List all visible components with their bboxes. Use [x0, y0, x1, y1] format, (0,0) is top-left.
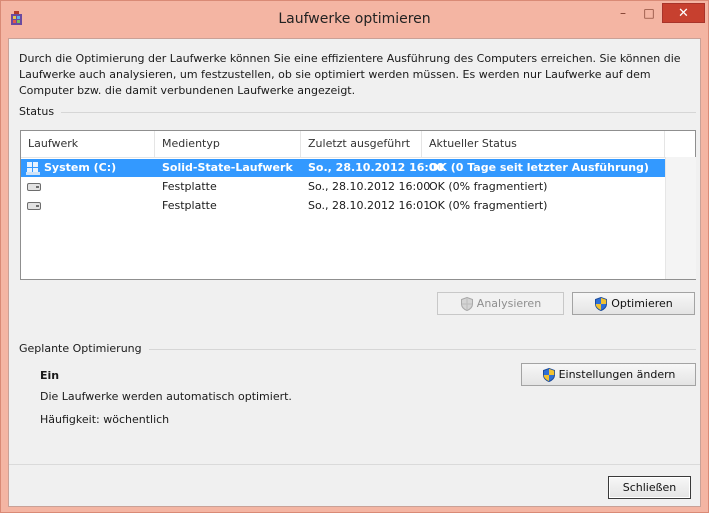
status-divider	[61, 112, 696, 113]
drive-status: OK (0 Tage seit letzter Ausführung)	[429, 161, 649, 174]
close-button-label: Schließen	[622, 481, 677, 494]
schedule-divider	[149, 349, 696, 350]
drive-row[interactable]: System (C:) Solid-State-Laufwerk So., 28…	[21, 159, 665, 177]
schedule-section-label: Geplante Optimierung	[19, 342, 142, 355]
analyze-button[interactable]: Analysieren	[437, 292, 564, 315]
footer-divider	[9, 464, 700, 465]
drive-list-scrollbar[interactable]	[665, 157, 696, 279]
window-title: Laufwerke optimieren	[278, 11, 431, 27]
drive-media-type: Festplatte	[162, 199, 217, 212]
schedule-info: Die Laufwerke werden automatisch optimie…	[40, 390, 292, 403]
drive-row[interactable]: Festplatte So., 28.10.2012 16:01 OK (0% …	[21, 197, 665, 215]
maximize-button[interactable]: □	[636, 3, 662, 23]
minimize-button[interactable]: –	[610, 3, 636, 23]
column-header-current-status[interactable]: Aktueller Status	[422, 131, 665, 157]
app-window: Laufwerke optimieren – □ ✕ Durch die Opt…	[0, 0, 709, 513]
drive-last-run: So., 28.10.2012 16:00	[308, 180, 431, 193]
schedule-state: Ein	[40, 369, 60, 382]
drive-status: OK (0% fragmentiert)	[429, 180, 548, 193]
windows-drive-icon	[26, 162, 40, 175]
drive-media-type: Solid-State-Laufwerk	[162, 161, 293, 174]
drive-row[interactable]: Festplatte So., 28.10.2012 16:00 OK (0% …	[21, 178, 665, 196]
drive-last-run: So., 28.10.2012 16:00	[308, 161, 445, 174]
column-header-last-run[interactable]: Zuletzt ausgeführt	[301, 131, 422, 157]
uac-shield-icon	[542, 367, 555, 382]
dialog-content: Durch die Optimierung der Laufwerke könn…	[8, 38, 701, 507]
title-bar[interactable]: Laufwerke optimieren – □ ✕	[1, 1, 708, 37]
status-section-label: Status	[19, 105, 55, 118]
change-settings-button[interactable]: Einstellungen ändern	[521, 363, 696, 386]
drive-status: OK (0% fragmentiert)	[429, 199, 548, 212]
hard-drive-icon	[27, 183, 41, 191]
close-window-button[interactable]: ✕	[662, 3, 705, 23]
column-header-drive[interactable]: Laufwerk	[21, 131, 155, 157]
hard-drive-icon	[27, 202, 41, 210]
uac-shield-icon	[460, 296, 473, 311]
drive-media-type: Festplatte	[162, 180, 217, 193]
uac-shield-icon	[595, 296, 608, 311]
close-button[interactable]: Schließen	[608, 476, 691, 499]
drive-list[interactable]: Laufwerk Medientyp Zuletzt ausgeführt Ak…	[20, 130, 696, 280]
optimize-button-label: Optimieren	[611, 297, 673, 310]
column-header-media-type[interactable]: Medientyp	[155, 131, 301, 157]
analyze-button-label: Analysieren	[476, 297, 542, 310]
optimize-button[interactable]: Optimieren	[572, 292, 695, 315]
drive-name: System (C:)	[44, 161, 117, 174]
change-settings-button-label: Einstellungen ändern	[558, 368, 676, 381]
drive-list-header: Laufwerk Medientyp Zuletzt ausgeführt Ak…	[21, 131, 695, 158]
schedule-frequency: Häufigkeit: wöchentlich	[40, 413, 170, 426]
drive-last-run: So., 28.10.2012 16:01	[308, 199, 431, 212]
description-text: Durch die Optimierung der Laufwerke könn…	[19, 52, 681, 97]
